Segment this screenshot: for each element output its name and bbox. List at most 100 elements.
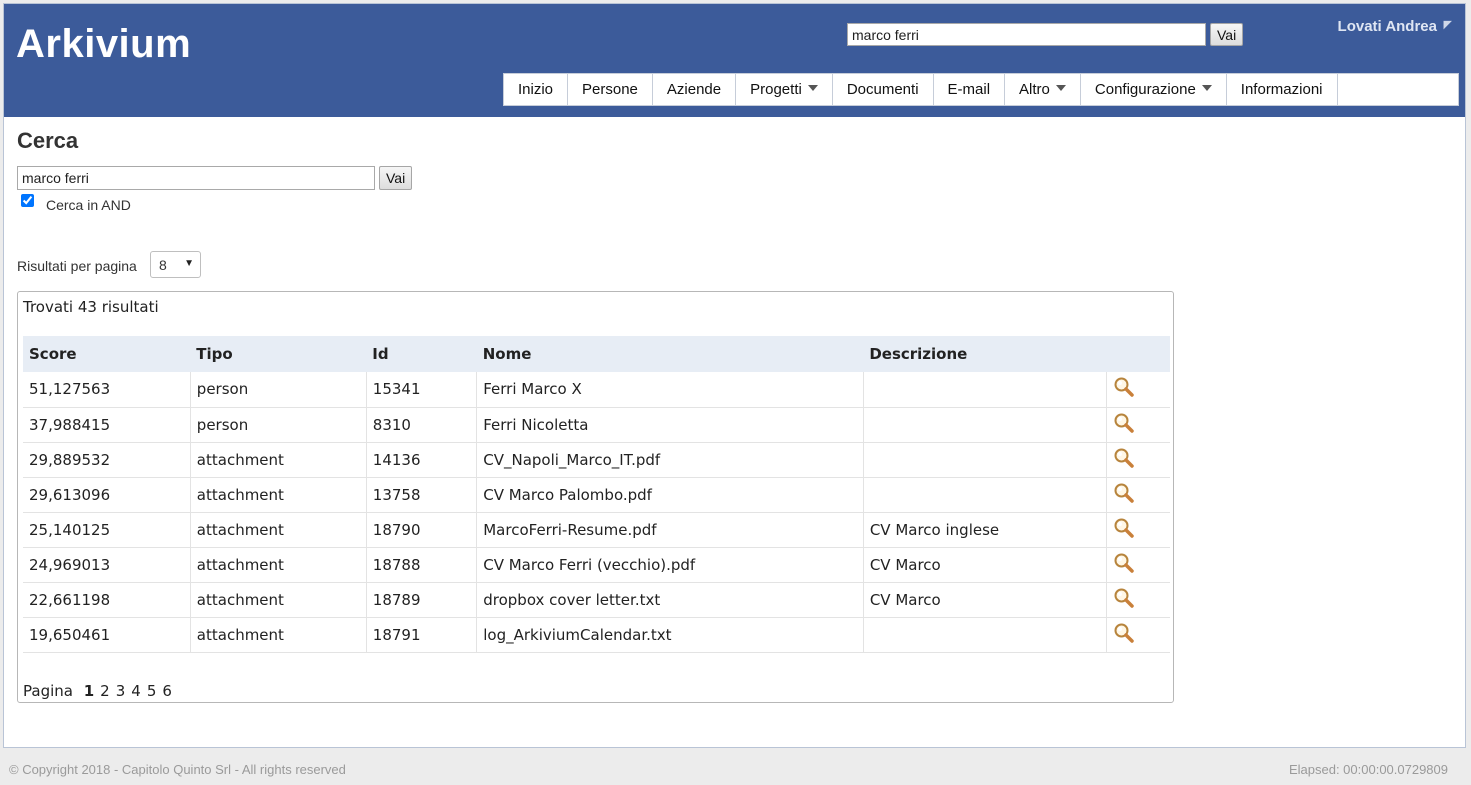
table-row: 22,661198 attachment 18789 dropbox cover le…	[23, 582, 1170, 618]
cell-id: 13758	[366, 477, 478, 513]
table-row: 29,889532 attachment 14136 CV_Napoli_Marco_…	[23, 442, 1170, 478]
table-row: 29,613096 attachment 13758 CV Marco Palombo…	[23, 477, 1170, 513]
results-count: Trovati 43 risultati	[23, 298, 159, 316]
cell-tipo: attachment	[190, 477, 367, 513]
cell-descr: CV Marco inglese	[863, 512, 1108, 548]
column-header-nome[interactable]: Nome	[476, 336, 864, 372]
view-details-icon[interactable]	[1113, 482, 1135, 508]
table-body: 51,127563 person 15341 Ferri Marco X 37,9884…	[23, 372, 1170, 653]
page-link-2[interactable]: 2	[100, 682, 110, 700]
cell-nome: CV Marco Palombo.pdf	[476, 477, 864, 513]
app-logo[interactable]: Arkivium	[16, 22, 191, 67]
cell-descr	[863, 372, 1108, 408]
per-page-select[interactable]: 8 ▼	[150, 251, 201, 278]
user-menu-icon[interactable]: ◤	[1444, 18, 1452, 31]
cell-nome: MarcoFerri-Resume.pdf	[476, 512, 864, 548]
page-link-4[interactable]: 4	[131, 682, 141, 700]
cell-tipo: attachment	[190, 512, 367, 548]
results-table: Score Tipo Id Nome Descrizione 51,127563 pers…	[23, 336, 1170, 653]
table-row: 19,650461 attachment 18791 log_ArkiviumCale…	[23, 617, 1170, 653]
nav-item-label: Altro	[1019, 81, 1050, 98]
dropdown-caret-icon	[1201, 84, 1212, 91]
nav-item-configurazione[interactable]: Configurazione	[1081, 74, 1227, 105]
cell-nome: Ferri Marco X	[476, 372, 864, 408]
results-panel: Trovati 43 risultati Score Tipo Id Nome Desc…	[17, 291, 1174, 703]
footer-elapsed: Elapsed: 00:00:00.0729809	[1288, 762, 1448, 777]
cell-score: 51,127563	[23, 372, 191, 408]
cell-score: 29,613096	[23, 477, 191, 513]
cell-id: 15341	[366, 372, 478, 408]
nav-item-label: Aziende	[666, 81, 722, 98]
nav-item-persone[interactable]: Persone	[568, 74, 653, 105]
page-link-6[interactable]: 6	[162, 682, 172, 700]
cell-nome: CV Marco Ferri (vecchio).pdf	[476, 547, 864, 583]
cell-score: 37,988415	[23, 407, 191, 443]
column-header-tipo[interactable]: Tipo	[190, 336, 367, 372]
search-button[interactable]: Vai	[379, 166, 413, 190]
header-search-input[interactable]	[847, 23, 1206, 46]
nav-item-documenti[interactable]: Documenti	[833, 74, 934, 105]
pagination-label: Pagina	[23, 682, 73, 700]
cell-id: 18790	[366, 512, 478, 548]
cell-id: 8310	[366, 407, 478, 443]
page-title: Cerca	[17, 128, 79, 153]
cell-tipo: person	[190, 407, 367, 443]
cell-score: 25,140125	[23, 512, 191, 548]
table-row: 51,127563 person 15341 Ferri Marco X	[23, 372, 1170, 408]
nav-item-aziende[interactable]: Aziende	[653, 74, 737, 105]
nav-item-label: Documenti	[846, 81, 919, 98]
page-link-1[interactable]: 1	[84, 682, 94, 700]
view-details-icon[interactable]	[1113, 376, 1135, 402]
view-details-icon[interactable]	[1113, 552, 1135, 578]
cell-nome: dropbox cover letter.txt	[476, 582, 864, 618]
view-details-icon[interactable]	[1113, 622, 1135, 648]
nav-item-informazioni[interactable]: Informazioni	[1227, 74, 1338, 105]
main-nav: Inizio Persone Aziende Progetti Documenti E-m…	[503, 73, 1459, 106]
nav-item-label: Configurazione	[1094, 81, 1196, 98]
cell-descr	[863, 617, 1108, 653]
cell-descr: CV Marco	[863, 547, 1108, 583]
nav-item-e-mail[interactable]: E-mail	[934, 74, 1006, 105]
cell-nome: log_ArkiviumCalendar.txt	[476, 617, 864, 653]
footer-copyright: © Copyright 2018 - Capitolo Quinto Srl -…	[9, 762, 346, 777]
page-link-5[interactable]: 5	[147, 682, 157, 700]
cell-tipo: attachment	[190, 617, 367, 653]
cell-nome: Ferri Nicoletta	[476, 407, 864, 443]
cell-actions	[1106, 582, 1170, 618]
table-header-row: Score Tipo Id Nome Descrizione	[23, 336, 1170, 372]
per-page-value: 8	[159, 256, 167, 273]
nav-item-progetti[interactable]: Progetti	[736, 74, 833, 105]
view-details-icon[interactable]	[1113, 587, 1135, 613]
cell-tipo: person	[190, 372, 367, 408]
cell-tipo: attachment	[190, 442, 367, 478]
view-details-icon[interactable]	[1113, 412, 1135, 438]
user-name[interactable]: Lovati Andrea	[1338, 18, 1437, 35]
view-details-icon[interactable]	[1113, 517, 1135, 543]
cell-score: 22,661198	[23, 582, 191, 618]
cell-tipo: attachment	[190, 547, 367, 583]
select-arrow-icon: ▼	[184, 258, 194, 269]
nav-item-altro[interactable]: Altro	[1005, 74, 1081, 105]
page-link-3[interactable]: 3	[116, 682, 126, 700]
column-header-descrizione[interactable]: Descrizione	[863, 336, 1107, 372]
column-header-score[interactable]: Score	[23, 336, 191, 372]
cell-actions	[1106, 407, 1170, 443]
cell-id: 18788	[366, 547, 478, 583]
table-row: 37,988415 person 8310 Ferri Nicoletta	[23, 407, 1170, 443]
cell-actions	[1106, 547, 1170, 583]
nav-item-inizio[interactable]: Inizio	[504, 74, 569, 105]
and-checkbox[interactable]	[21, 194, 34, 207]
cell-descr	[863, 407, 1108, 443]
column-header-id[interactable]: Id	[366, 336, 477, 372]
cell-tipo: attachment	[190, 582, 367, 618]
view-details-icon[interactable]	[1113, 447, 1135, 473]
nav-item-label: Informazioni	[1240, 81, 1323, 98]
and-checkbox-label: Cerca in AND	[46, 197, 131, 213]
cell-score: 24,969013	[23, 547, 191, 583]
header-bar: Arkivium Vai Lovati Andrea ◤ Inizio Perso…	[4, 4, 1465, 117]
header-search-button[interactable]: Vai	[1210, 23, 1244, 46]
nav-item-label: Progetti	[750, 81, 802, 98]
cell-actions	[1106, 442, 1170, 478]
cell-actions	[1106, 477, 1170, 513]
search-input[interactable]	[17, 166, 375, 190]
